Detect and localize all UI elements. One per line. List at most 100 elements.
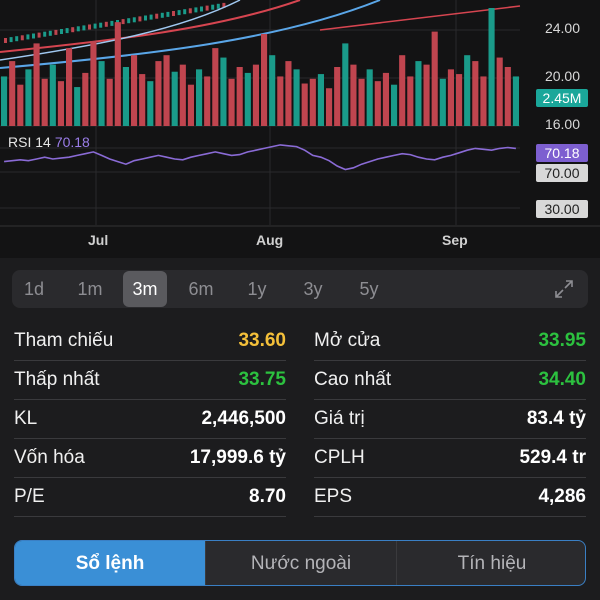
detail-tabs: Sổ lệnh Nước ngoài Tín hiệu (14, 540, 586, 586)
stat-value: 83.4 tỷ (526, 408, 586, 429)
stat-row: P/E 8.70 EPS 4,286 (14, 478, 586, 517)
range-3y-button[interactable]: 3y (291, 270, 335, 308)
volume-bar (382, 72, 389, 126)
rsi-title: RSI 14 70.18 (8, 134, 90, 150)
candle (121, 19, 125, 25)
range-selector: 1d 1m 3m 6m 1y 3y 5y (12, 270, 588, 308)
rsi-oversold-tag: 30.00 (536, 200, 588, 218)
volume-bar (74, 87, 81, 126)
stat-value: 33.95 (538, 330, 586, 351)
stat-cell: Thấp nhất 33.75 (14, 361, 286, 400)
stat-value: 8.70 (249, 486, 286, 507)
stat-value: 33.60 (238, 330, 286, 351)
volume-bar (179, 64, 186, 126)
range-3m-button[interactable]: 3m (123, 271, 167, 307)
candle (43, 31, 47, 37)
candle (127, 18, 131, 24)
range-6m-button[interactable]: 6m (179, 270, 223, 308)
volume-bar (512, 76, 519, 126)
rsi-current-tag: 70.18 (536, 144, 588, 162)
range-1y-button[interactable]: 1y (235, 270, 279, 308)
stat-cell: Vốn hóa 17,999.6 tỷ (14, 439, 286, 478)
candle (211, 4, 215, 10)
stat-cell: EPS 4,286 (314, 478, 586, 517)
price-axis-label: 24.00 (544, 20, 580, 36)
volume-bar (252, 64, 259, 126)
volume-bar (66, 48, 73, 127)
stat-value: 2,446,500 (201, 408, 286, 429)
volume-bar (155, 61, 162, 126)
volume-bar (391, 84, 398, 126)
tab-foreign[interactable]: Nước ngoài (206, 541, 396, 585)
volume-bar (17, 84, 24, 126)
range-5y-button[interactable]: 5y (347, 270, 391, 308)
tab-order-book[interactable]: Sổ lệnh (15, 541, 205, 585)
candle (205, 5, 209, 11)
candle (194, 7, 198, 13)
volume-bar (358, 78, 365, 126)
volume-bar (488, 8, 495, 126)
volume-bar (122, 67, 129, 126)
stat-cell: Giá trị 83.4 tỷ (314, 400, 586, 439)
volume-bar (326, 88, 333, 126)
stat-cell: P/E 8.70 (14, 478, 286, 517)
volume-bar (212, 48, 219, 127)
volume-bar (317, 74, 324, 126)
volume-bar (399, 55, 406, 127)
volume-bar (350, 64, 357, 126)
volume-tag: 2.45M (536, 89, 588, 107)
rsi-label: RSI 14 (8, 134, 51, 150)
volume-bar (301, 83, 308, 126)
candle (88, 24, 91, 30)
stat-label: Mở cửa (314, 330, 381, 351)
expand-icon[interactable] (554, 279, 574, 299)
candle (54, 29, 58, 35)
volume-bar (25, 69, 32, 126)
volume-bar (439, 78, 446, 126)
volume-bar (106, 78, 113, 126)
volume-bar (415, 61, 422, 126)
volume-bar (261, 33, 268, 126)
candle (183, 9, 187, 15)
candle (216, 3, 220, 9)
chart-canvas[interactable] (0, 0, 600, 258)
tab-signals[interactable]: Tín hiệu (397, 541, 585, 585)
ma-line (0, 0, 301, 53)
price-chart[interactable]: 24.00 20.00 2.45M 16.00 RSI 14 70.18 70.1… (0, 0, 600, 258)
candle (65, 28, 69, 34)
volume-bar (366, 69, 373, 126)
candle (138, 16, 142, 22)
volume-bar (114, 22, 121, 126)
candle (149, 14, 153, 20)
volume-bar (82, 72, 89, 126)
candle (166, 11, 170, 17)
volume-bar (277, 76, 284, 126)
candle (37, 32, 41, 38)
volume-bar (334, 67, 341, 126)
candle (15, 36, 19, 42)
candle (200, 6, 203, 12)
volume-bar (131, 55, 138, 127)
candle (144, 15, 147, 21)
volume-bar (374, 81, 381, 126)
candle (82, 25, 86, 31)
candle (99, 22, 103, 28)
volume-bar (49, 64, 56, 126)
stat-label: KL (14, 408, 38, 429)
volume-bar (204, 76, 211, 126)
candle (71, 27, 75, 33)
price-axis-label: 20.00 (544, 68, 580, 84)
volume-bar (342, 43, 349, 126)
range-1m-button[interactable]: 1m (68, 270, 112, 308)
month-label-aug: Aug (256, 232, 284, 248)
stat-row: KL 2,446,500 Giá trị 83.4 tỷ (14, 400, 586, 439)
candle (48, 30, 52, 36)
range-1d-button[interactable]: 1d (12, 270, 56, 308)
volume-bar (431, 31, 438, 127)
stat-label: Vốn hóa (14, 447, 85, 468)
volume-bar (228, 78, 235, 126)
candle (4, 38, 7, 43)
candle (93, 23, 97, 29)
stat-label: Thấp nhất (14, 369, 100, 390)
volume-bar (90, 41, 97, 126)
